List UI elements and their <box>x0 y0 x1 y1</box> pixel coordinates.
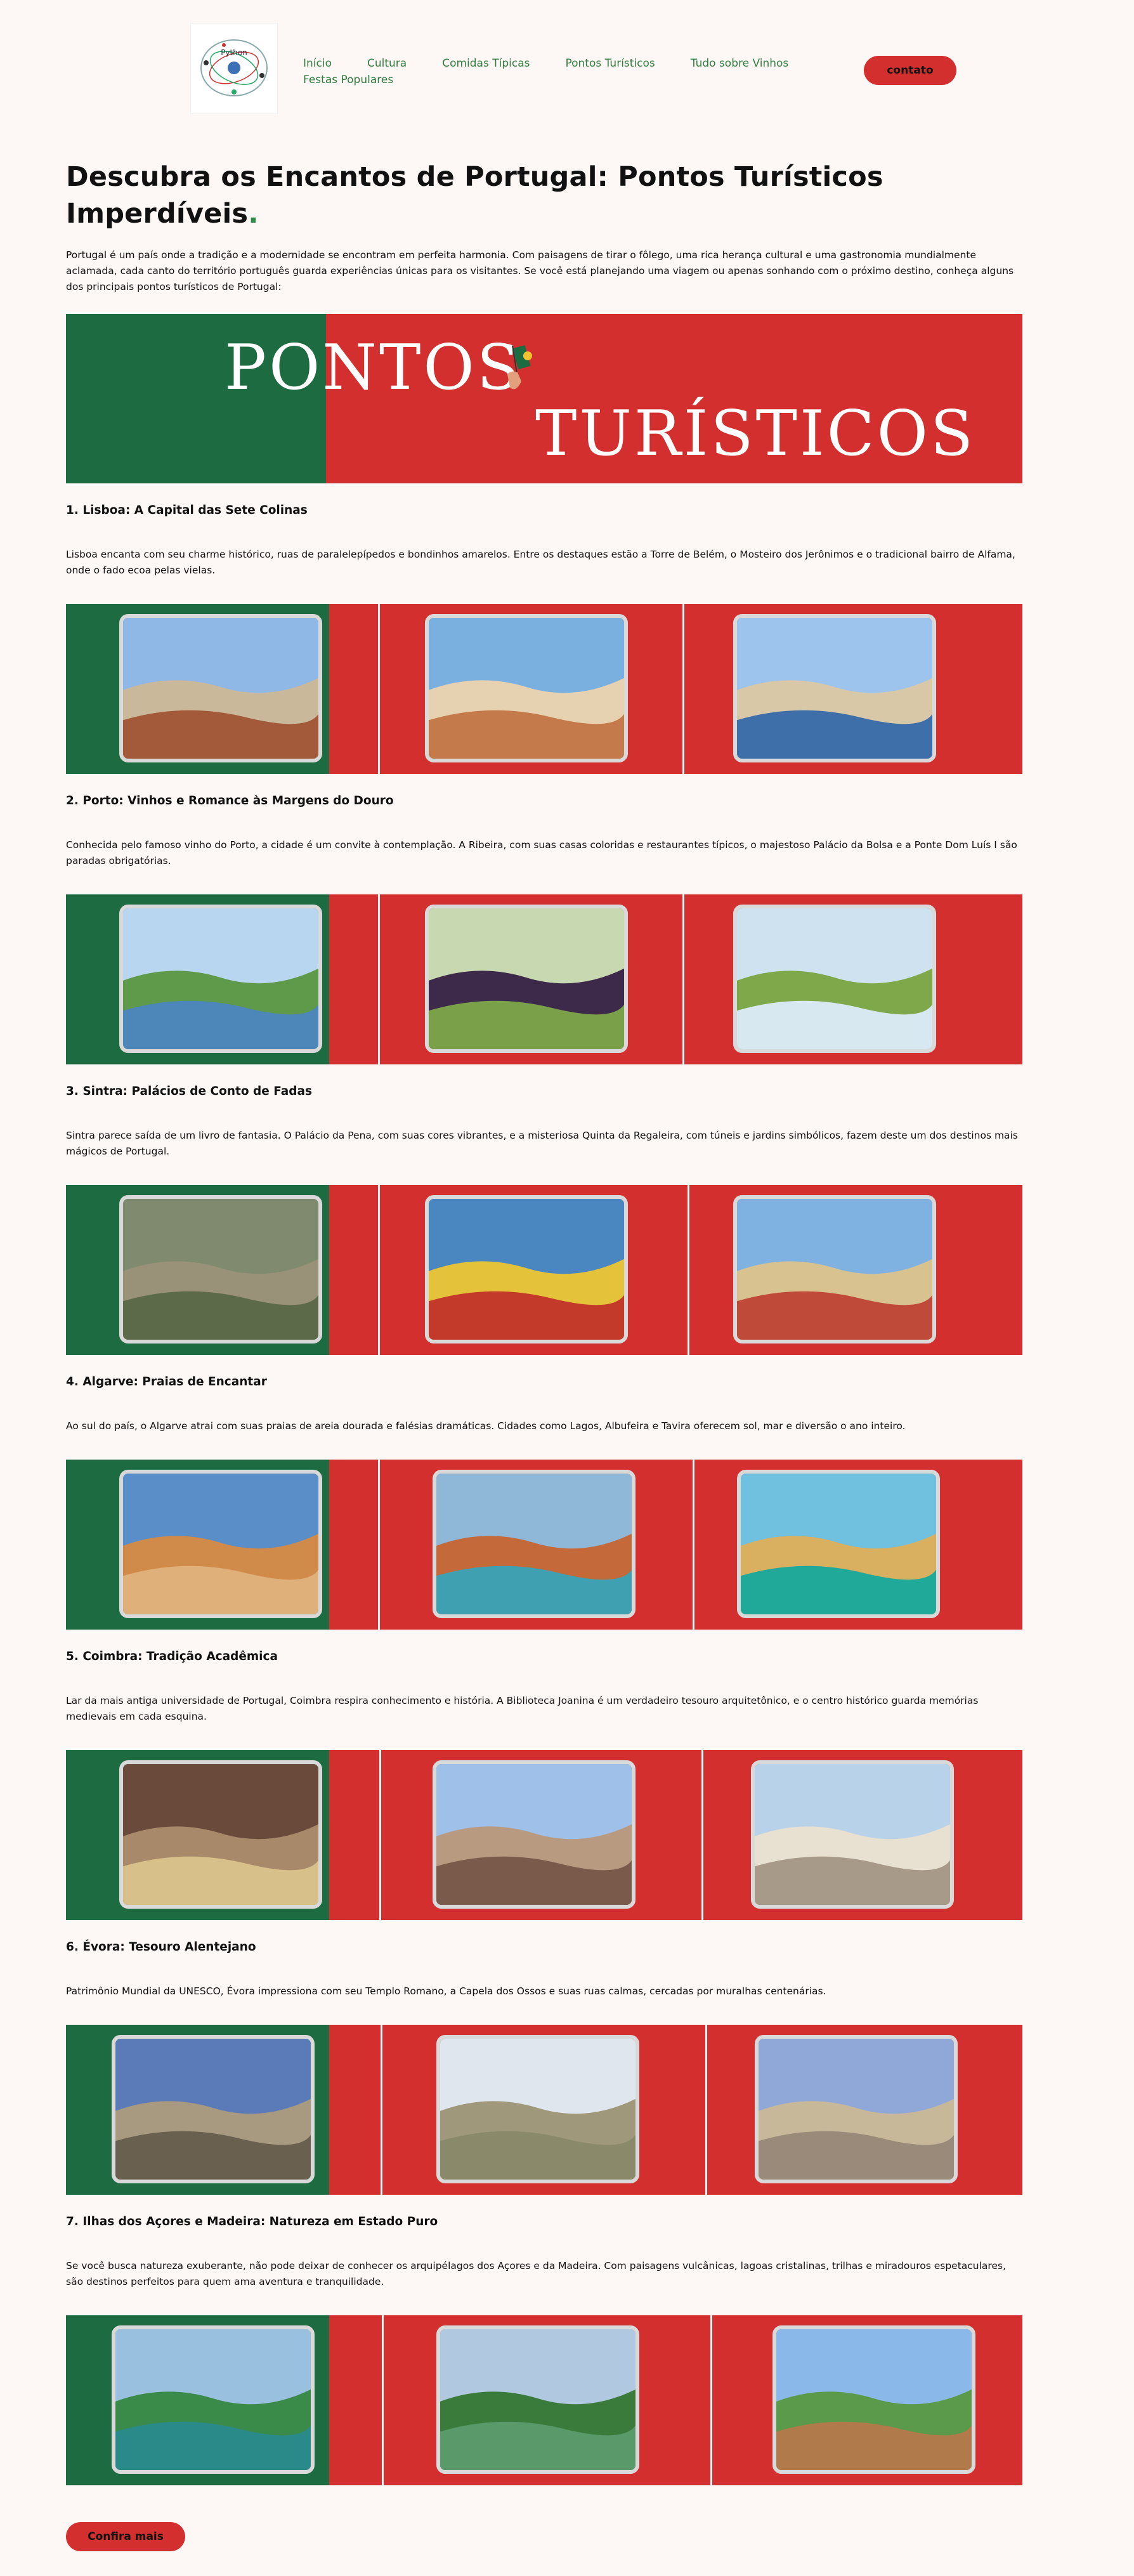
strip-divider <box>682 894 684 1064</box>
logo-text: Python <box>221 48 247 57</box>
strip-divider <box>693 1460 694 1630</box>
strip-divider <box>381 2025 382 2195</box>
banner-title-line2: TURÍSTICOS <box>535 398 976 470</box>
coimbra-university-photo <box>433 1760 635 1909</box>
strip-divider <box>379 1750 381 1920</box>
title-dot: . <box>248 198 259 230</box>
photo-strip <box>66 2025 1022 2195</box>
madeira-trail-photo <box>772 2325 975 2474</box>
flag-hand-icon <box>507 340 548 389</box>
strip-divider <box>705 2025 707 2195</box>
coimbra-courtyard-photo <box>751 1760 954 1909</box>
section-2: 2. Porto: Vinhos e Romance às Margens do… <box>66 793 1022 1064</box>
section-text: Sintra parece saída de um livro de fanta… <box>66 1130 1018 1157</box>
quinta-regaleira-photo <box>119 1195 322 1344</box>
strip-divider <box>382 2315 384 2485</box>
section-title: 4. Algarve: Praias de Encantar <box>66 1375 267 1389</box>
nav-vinhos[interactable]: Tudo sobre Vinhos <box>691 56 789 71</box>
strip-divider <box>682 604 684 774</box>
page-title: Descubra os Encantos de Portugal: Pontos… <box>66 159 1022 232</box>
section-title: 5. Coimbra: Tradição Acadêmica <box>66 1650 278 1663</box>
section-text: Se você busca natureza exuberante, não p… <box>66 2260 1006 2287</box>
intro-text: Portugal é um país onde a tradição e a m… <box>66 249 1014 292</box>
contact-button[interactable]: contato <box>864 56 956 85</box>
section-title: 7. Ilhas dos Açores e Madeira: Natureza … <box>66 2215 438 2228</box>
grapes-photo <box>425 905 628 1053</box>
photo-strip <box>66 2315 1022 2485</box>
section-text: Ao sul do país, o Algarve atrai com suas… <box>66 1420 906 1432</box>
roman-temple-columns-photo <box>755 2035 958 2183</box>
nav-comidas-tipicas[interactable]: Comidas Típicas <box>442 56 530 71</box>
section-text: Lar da mais antiga universidade de Portu… <box>66 1695 979 1722</box>
main-nav: Início Cultura Comidas Típicas Pontos Turís… <box>303 56 849 88</box>
section-4: 4. Algarve: Praias de Encantar Ao sul do … <box>66 1374 1022 1630</box>
photo-strip <box>66 1460 1022 1630</box>
nav-festas-populares[interactable]: Festas Populares <box>303 72 813 88</box>
lisbon-view-photo <box>425 614 628 762</box>
section-1: 1. Lisboa: A Capital das Sete Colinas Lis… <box>66 502 1022 774</box>
praca-do-comercio-photo <box>733 614 936 762</box>
photo-strip <box>66 1750 1022 1920</box>
strip-divider <box>378 894 380 1064</box>
roman-temple-square-photo <box>436 2035 639 2183</box>
section-text: Patrimônio Mundial da UNESCO, Évora impr… <box>66 1985 826 1997</box>
main-content: Descubra os Encantos de Portugal: Pontos… <box>66 159 1022 2485</box>
nav-cultura[interactable]: Cultura <box>367 56 407 71</box>
nav-pontos-turisticos[interactable]: Pontos Turísticos <box>565 56 655 71</box>
pena-palace-photo <box>425 1195 628 1344</box>
photo-strip <box>66 604 1022 774</box>
pena-palace-arches-photo <box>733 1195 936 1344</box>
lisbon-hillside-photo <box>119 614 322 762</box>
strip-divider <box>710 2315 712 2485</box>
section-3: 3. Sintra: Palácios de Conto de Fadas Sin… <box>66 1083 1022 1355</box>
site-header: Python Início Cultura Comidas Típicas Ponto… <box>190 23 958 118</box>
section-title: 2. Porto: Vinhos e Romance às Margens do… <box>66 794 394 807</box>
azores-crater-photo <box>436 2325 639 2474</box>
page-title-text: Descubra os Encantos de Portugal: Pontos… <box>66 161 883 230</box>
section-title: 6. Évora: Tesouro Alentejano <box>66 1940 256 1954</box>
roman-temple-photo <box>112 2035 315 2183</box>
section-text: Lisboa encanta com seu charme histórico,… <box>66 549 1015 576</box>
hero-banner: PONTOS TURÍSTICOS <box>66 314 1022 483</box>
sections-list: 1. Lisboa: A Capital das Sete Colinas Lis… <box>66 502 1022 2485</box>
strip-divider <box>688 1185 689 1355</box>
azores-lagoon-photo <box>112 2325 315 2474</box>
section-title: 1. Lisboa: A Capital das Sete Colinas <box>66 504 308 517</box>
algarve-cliffs-photo <box>119 1470 322 1618</box>
coimbra-chapel-photo <box>119 1760 322 1909</box>
logo[interactable]: Python <box>190 23 278 114</box>
banner-title-line1: PONTOS <box>225 332 522 404</box>
strip-divider <box>701 1750 703 1920</box>
strip-divider <box>378 1460 380 1630</box>
logo-graphic: Python <box>200 39 268 96</box>
section-7: 7. Ilhas dos Açores e Madeira: Natureza … <box>66 2214 1022 2485</box>
douro-valley-photo <box>119 905 322 1053</box>
section-text: Conhecida pelo famoso vinho do Porto, a … <box>66 839 1017 866</box>
nav-inicio[interactable]: Início <box>303 56 332 71</box>
photo-strip <box>66 894 1022 1064</box>
algarve-beach-photo <box>433 1470 635 1618</box>
wine-glass-vineyard-photo <box>733 905 936 1053</box>
photo-strip <box>66 1185 1022 1355</box>
section-title: 3. Sintra: Palácios de Conto de Fadas <box>66 1085 312 1098</box>
strip-divider <box>378 1185 380 1355</box>
section-6: 6. Évora: Tesouro Alentejano Patrimônio M… <box>66 1939 1022 2195</box>
section-5: 5. Coimbra: Tradição Acadêmica Lar da mai… <box>66 1649 1022 1920</box>
strip-divider <box>378 604 380 774</box>
algarve-coast-photo <box>737 1470 940 1618</box>
more-button[interactable]: Confira mais <box>66 2522 185 2551</box>
